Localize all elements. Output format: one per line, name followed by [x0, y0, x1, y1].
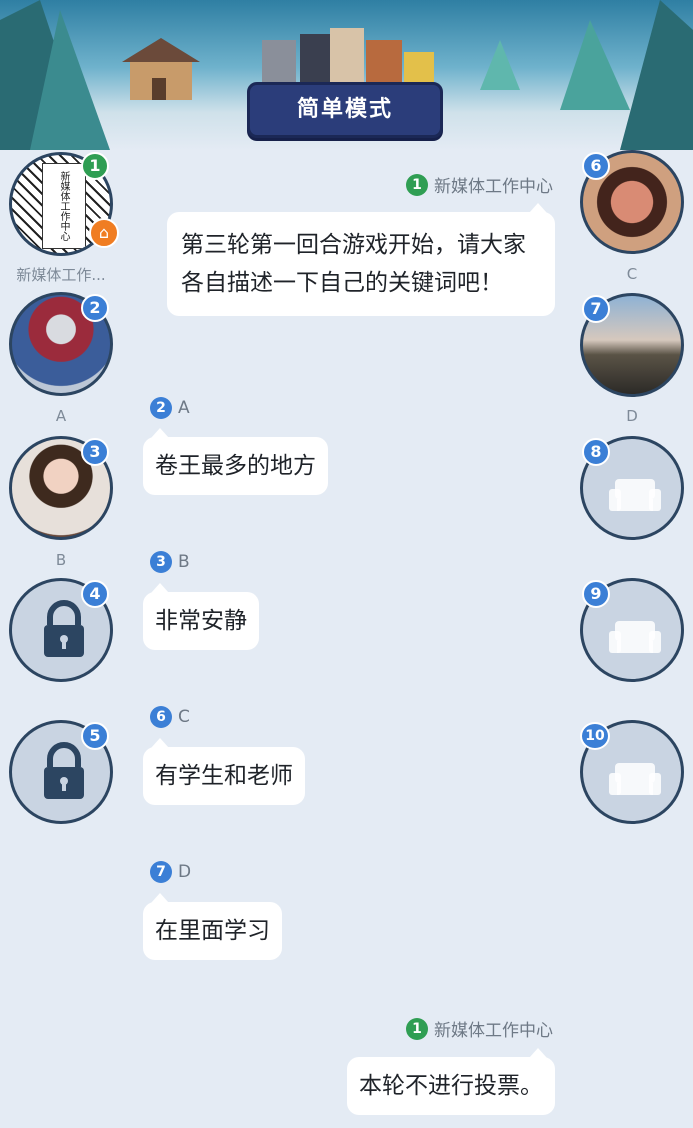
sender-number-badge: 1: [406, 173, 428, 196]
header-scene: 简单模式: [0, 0, 693, 150]
sender-name: C: [178, 707, 190, 727]
home-icon: ⌂: [89, 218, 119, 248]
chat-bubble: 第三轮第一回合游戏开始，请大家各自描述一下自己的关键词吧！: [167, 203, 555, 316]
chat-bubble: 在里面学习: [143, 893, 282, 960]
seat-number-badge: 3: [81, 438, 109, 466]
message-header: 6 C: [150, 706, 190, 728]
chat-bubble: 卷王最多的地方: [143, 428, 328, 495]
seat-number-badge: 1: [81, 152, 109, 180]
sender-name: B: [178, 552, 190, 572]
sender-name: D: [178, 862, 192, 882]
sender-name: 新媒体工作中心: [434, 1021, 553, 1041]
seat-7[interactable]: 7: [580, 293, 684, 397]
seat-number-badge: 9: [582, 580, 610, 608]
seat-6-name: C: [626, 265, 638, 283]
seat-number-badge: 7: [582, 295, 610, 323]
seat-3[interactable]: 3: [9, 436, 113, 540]
message-header: 1 新媒体工作中心: [406, 1016, 553, 1041]
seat-6[interactable]: 6: [580, 150, 684, 254]
seat-7-name: D: [626, 407, 638, 425]
avatar-calligraphy: 新媒体工作中心: [42, 163, 86, 249]
seat-1[interactable]: 新媒体工作中心 1 ⌂: [9, 152, 119, 256]
sender-name: 新媒体工作中心: [434, 177, 553, 197]
mode-title-banner: 简单模式: [247, 82, 443, 138]
sender-number-badge: 2: [150, 397, 172, 419]
chat-bubble: 本轮不进行投票。: [347, 1048, 555, 1115]
message-header: 1 新媒体工作中心: [406, 172, 553, 197]
sender-name: A: [178, 398, 190, 418]
seat-number-badge: 10: [580, 722, 610, 750]
sender-number-badge: 1: [406, 1017, 428, 1040]
message-header: 7 D: [150, 861, 191, 883]
seat-4[interactable]: 4: [9, 578, 113, 682]
seat-5[interactable]: 5: [9, 720, 113, 824]
seat-3-name: B: [55, 551, 67, 569]
sender-number-badge: 7: [150, 861, 172, 883]
chat-bubble: 非常安静: [143, 583, 259, 650]
seat-number-badge: 6: [582, 152, 610, 180]
sender-number-badge: 6: [150, 706, 172, 728]
seat-8[interactable]: 8: [580, 436, 684, 540]
chat-bubble: 有学生和老师: [143, 738, 305, 805]
seat-9[interactable]: 9: [580, 578, 684, 682]
message-header: 2 A: [150, 397, 190, 419]
seat-10[interactable]: 10: [580, 720, 684, 824]
seat-number-badge: 8: [582, 438, 610, 466]
message-header: 3 B: [150, 551, 190, 573]
seat-2[interactable]: 2: [9, 292, 113, 396]
seat-1-name: 新媒体工作...: [16, 266, 106, 284]
seat-number-badge: 2: [81, 294, 109, 322]
sender-number-badge: 3: [150, 551, 172, 573]
seat-2-name: A: [55, 407, 67, 425]
seat-number-badge: 4: [81, 580, 109, 608]
seat-number-badge: 5: [81, 722, 109, 750]
